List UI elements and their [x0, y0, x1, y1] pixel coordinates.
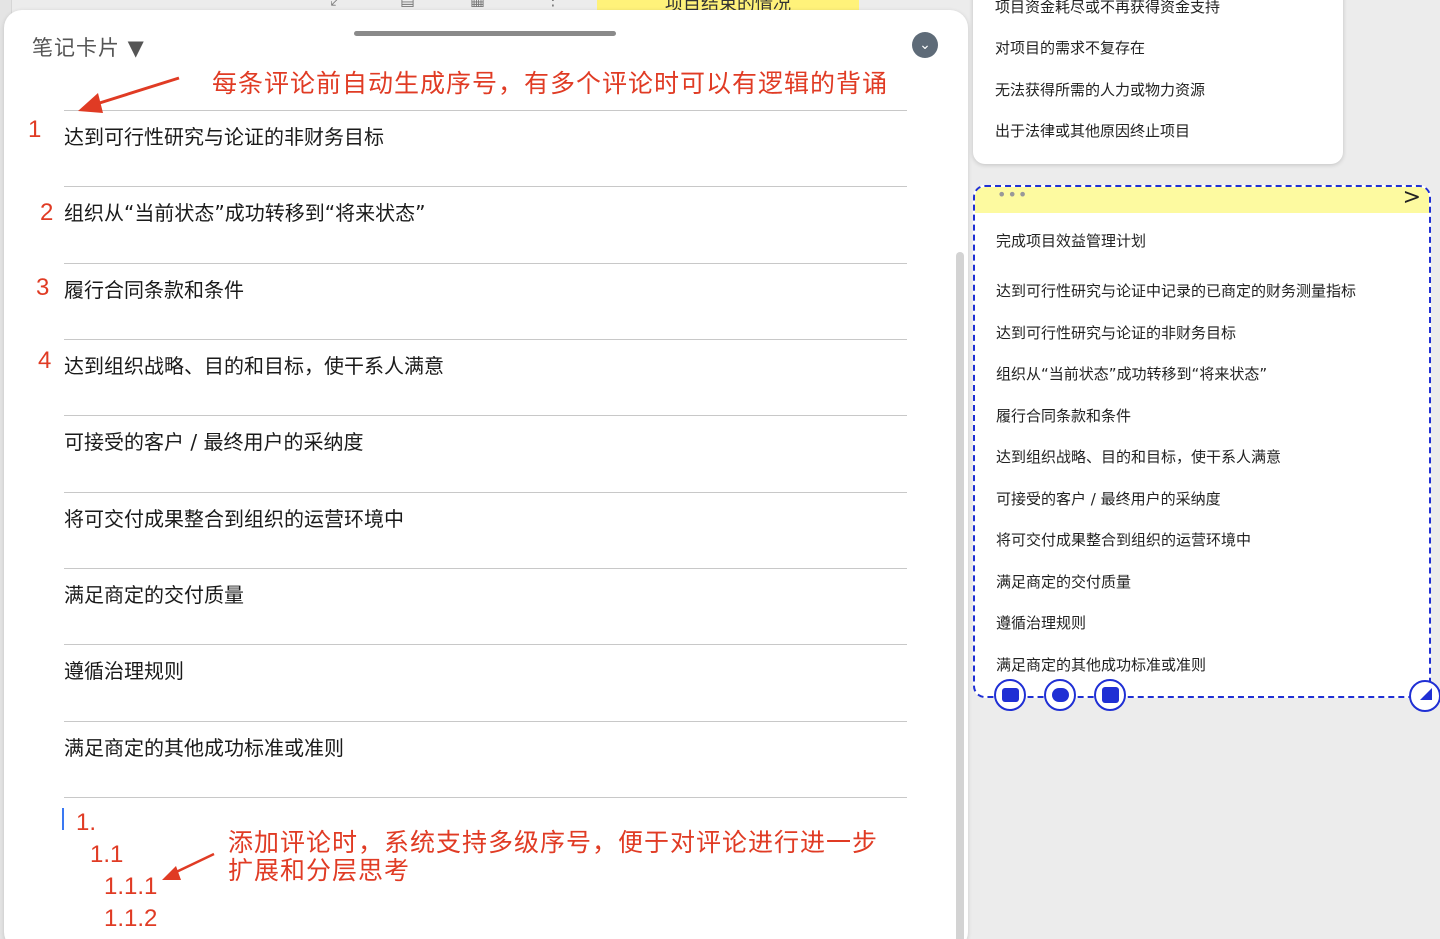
- card-list-item[interactable]: 达到可行性研究与论证中记录的已商定的财务测量指标: [996, 280, 1356, 301]
- more-dots-icon[interactable]: •••: [997, 185, 1028, 204]
- card-list-item[interactable]: 完成项目效益管理计划: [996, 230, 1146, 251]
- resize-button[interactable]: [1409, 680, 1440, 712]
- child-node-icon: [1052, 688, 1069, 702]
- more-icon[interactable]: ⋮: [545, 0, 561, 9]
- list-item[interactable]: 对项目的需求不复存在: [995, 37, 1145, 58]
- arrow-bottom-head: [162, 866, 181, 880]
- list-item[interactable]: 出于法律或其他原因终止项目: [995, 120, 1190, 141]
- card-list-item[interactable]: 可接受的客户 / 最终用户的采纳度: [996, 488, 1221, 509]
- expand-icon[interactable]: ⤢: [330, 0, 343, 10]
- arrow-top: [89, 76, 180, 108]
- list-item[interactable]: 无法获得所需的人力或物力资源: [995, 79, 1205, 100]
- card-list-item[interactable]: 达到组织战略、目的和目标，使干系人满意: [996, 446, 1281, 467]
- add-sibling-button[interactable]: [1094, 679, 1126, 711]
- resize-icon: [1420, 688, 1432, 700]
- list-item[interactable]: 项目资金耗尽或不再获得资金支持: [995, 0, 1220, 17]
- selected-node-card[interactable]: ••• > 完成项目效益管理计划 达到可行性研究与论证中记录的已商定的财务测量指…: [973, 185, 1431, 698]
- comment-button[interactable]: [994, 679, 1026, 711]
- card-list-item[interactable]: 将可交付成果整合到组织的运营环境中: [996, 529, 1251, 550]
- comment-icon: [1002, 688, 1019, 702]
- card-list-item[interactable]: 达到可行性研究与论证的非财务目标: [996, 322, 1236, 343]
- sibling-node-icon: [1102, 687, 1119, 703]
- card-list-item[interactable]: 满足商定的交付质量: [996, 571, 1131, 592]
- arrow-top-head: [78, 93, 103, 113]
- chevron-right-icon[interactable]: >: [1403, 185, 1421, 210]
- card-list-item[interactable]: 遵循治理规则: [996, 612, 1086, 633]
- right-top-list-panel: 项目资金耗尽或不再获得资金支持 对项目的需求不复存在 无法获得所需的人力或物力资…: [973, 0, 1343, 164]
- grid-icon[interactable]: ▦: [470, 0, 485, 9]
- annotation-arrows: [78, 76, 215, 880]
- card-list-item[interactable]: 满足商定的其他成功标准或准则: [996, 654, 1206, 675]
- notes-card-panel: 笔记卡片 ▼ ⌄ 达到可行性研究与论证的非财务目标 组织从“当前状态”成功转移到…: [4, 10, 968, 939]
- document-icon[interactable]: ▤: [400, 0, 415, 9]
- arrow-bottom: [171, 852, 215, 876]
- card-list-item[interactable]: 组织从“当前状态”成功转移到“将来状态”: [996, 363, 1267, 384]
- card-header[interactable]: ••• >: [975, 185, 1429, 213]
- card-list-item[interactable]: 履行合同条款和条件: [996, 405, 1131, 426]
- add-child-button[interactable]: [1044, 679, 1076, 711]
- top-toolbar: ⤢ ▤ ▦ ⋮: [330, 0, 580, 10]
